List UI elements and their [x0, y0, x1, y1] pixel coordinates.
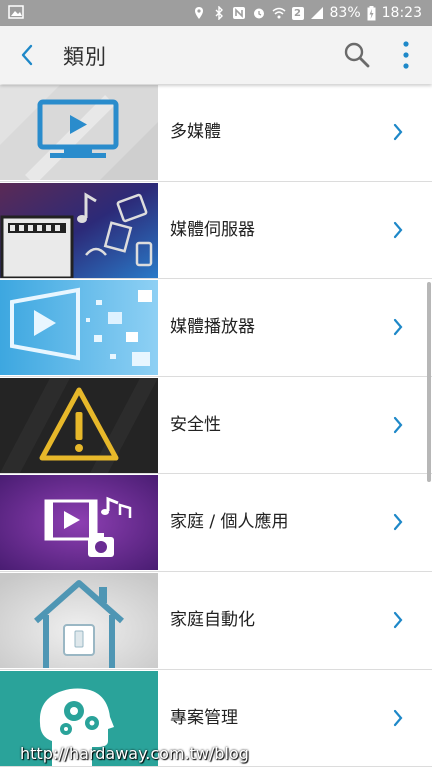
warning-icon — [0, 377, 158, 473]
category-label: 多媒體 — [170, 122, 221, 142]
category-label: 家庭 / 個人應用 — [170, 512, 289, 533]
scrollbar-thumb[interactable] — [427, 282, 431, 482]
chevron-right-icon — [393, 416, 403, 433]
category-label: 媒體播放器 — [170, 317, 255, 338]
page-title: 類別 — [63, 45, 107, 69]
bluetooth-icon — [215, 6, 223, 20]
signal-icon — [310, 7, 323, 19]
category-label: 安全性 — [170, 414, 221, 435]
chevron-right-icon — [393, 221, 403, 238]
category-row-multimedia[interactable]: 多媒體 — [0, 84, 432, 182]
category-row-home-personal[interactable]: 家庭 / 個人應用 — [0, 474, 432, 572]
home-personal-media-icon — [0, 475, 158, 571]
home-automation-icon — [0, 572, 158, 668]
location-icon — [194, 7, 203, 19]
chevron-right-icon — [393, 611, 403, 629]
nfc-icon — [232, 7, 245, 19]
category-list: 多媒體 媒體伺服器 媒體播放器 安全性 家庭 / 個人應用 家庭自動化 專案管理 — [0, 84, 432, 768]
chevron-right-icon — [393, 319, 403, 336]
clock: 18:23 — [381, 5, 422, 21]
sim-badge: 2 — [291, 6, 304, 20]
category-row-media-server[interactable]: 媒體伺服器 — [0, 181, 432, 280]
chevron-right-icon — [393, 123, 403, 141]
chevron-right-icon — [393, 709, 403, 726]
category-row-security[interactable]: 安全性 — [0, 376, 432, 475]
back-button[interactable] — [12, 40, 42, 70]
alarm-icon — [253, 8, 264, 19]
category-label: 家庭自動化 — [170, 609, 255, 630]
monitor-play-icon — [0, 85, 158, 180]
category-row-home-automation[interactable]: 家庭自動化 — [0, 571, 432, 670]
wifi-icon — [272, 7, 285, 19]
media-player-icon — [0, 280, 158, 376]
category-label: 媒體伺服器 — [170, 219, 255, 240]
battery-charging-icon — [367, 5, 376, 20]
app-bar: 類別 — [0, 26, 432, 84]
gallery-notification-icon — [8, 5, 24, 19]
status-bar: 2 83% 18:23 — [0, 0, 432, 26]
battery-percent: 83% — [329, 5, 361, 21]
watermark: http://hardaway.com.tw/blog — [20, 744, 249, 763]
category-row-media-player[interactable]: 媒體播放器 — [0, 279, 432, 377]
chevron-right-icon — [393, 514, 403, 531]
more-options-icon[interactable] — [397, 39, 415, 71]
search-icon[interactable] — [343, 41, 371, 69]
media-server-icon — [0, 182, 158, 278]
